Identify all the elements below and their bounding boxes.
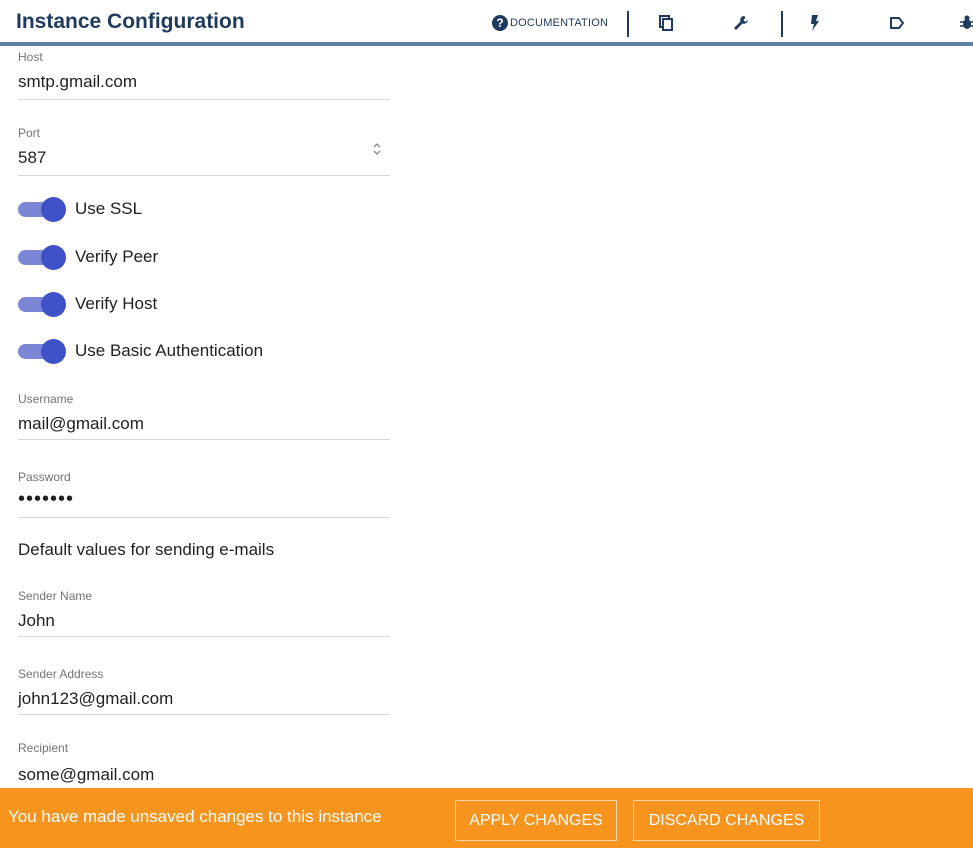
host-field[interactable]: Host smtp.gmail.com — [18, 48, 390, 100]
unsaved-changes-message: You have made unsaved changes to this in… — [8, 807, 382, 826]
sender-name-label: Sender Name — [18, 589, 93, 603]
port-field[interactable]: Port 587 — [18, 118, 390, 176]
verify-peer-toggle[interactable]: Verify Peer — [18, 242, 158, 272]
page-title: Instance Configuration — [16, 10, 245, 33]
copy-icon[interactable] — [654, 11, 678, 35]
unsaved-changes-bar: You have made unsaved changes to this in… — [0, 788, 973, 848]
password-input[interactable]: ••••••• — [18, 488, 74, 511]
username-input[interactable]: mail@gmail.com — [18, 414, 144, 434]
documentation-label: DOCUMENTATION — [510, 17, 609, 29]
toggle-switch[interactable] — [18, 292, 66, 317]
sender-address-label: Sender Address — [18, 667, 104, 681]
toolbar-divider — [781, 11, 783, 37]
verify-peer-label: Verify Peer — [75, 247, 159, 266]
toolbar-divider — [627, 11, 629, 37]
recipient-input[interactable]: some@gmail.com — [18, 765, 154, 785]
use-ssl-toggle[interactable]: Use SSL — [18, 194, 142, 224]
sender-address-input[interactable]: john123@gmail.com — [18, 689, 173, 709]
app-header: Instance Configuration ? DOCUMENTATION — [0, 0, 973, 48]
stepper-arrows-icon — [373, 143, 381, 155]
toggle-switch[interactable] — [18, 197, 66, 222]
username-field[interactable]: Username mail@gmail.com — [18, 388, 390, 440]
toggle-switch[interactable] — [18, 339, 66, 364]
flash-icon[interactable] — [802, 11, 826, 35]
recipient-label: Recipient — [18, 741, 69, 755]
port-stepper[interactable] — [370, 140, 384, 158]
host-input[interactable]: smtp.gmail.com — [18, 72, 137, 92]
sender-address-field[interactable]: Sender Address john123@gmail.com — [18, 663, 390, 715]
wrench-icon[interactable] — [729, 11, 753, 35]
apply-changes-button[interactable]: APPLY CHANGES — [455, 800, 617, 841]
port-label: Port — [18, 126, 41, 140]
username-label: Username — [18, 392, 74, 406]
host-label: Host — [18, 50, 43, 64]
sender-name-field[interactable]: Sender Name John — [18, 585, 390, 637]
discard-changes-button[interactable]: DISCARD CHANGES — [633, 800, 820, 841]
header-divider — [0, 42, 973, 46]
sender-name-input[interactable]: John — [18, 611, 55, 631]
toggle-switch[interactable] — [18, 245, 66, 270]
basic-auth-toggle[interactable]: Use Basic Authentication — [18, 336, 263, 366]
help-circle-icon: ? — [492, 15, 508, 31]
documentation-button[interactable]: ? DOCUMENTATION — [492, 12, 608, 34]
port-input[interactable]: 587 — [18, 148, 46, 168]
tag-icon[interactable] — [885, 11, 909, 35]
use-ssl-label: Use SSL — [75, 199, 143, 218]
basic-auth-label: Use Basic Authentication — [75, 341, 264, 360]
password-field[interactable]: Password ••••••• — [18, 466, 390, 518]
defaults-section-title: Default values for sending e-mails — [18, 540, 275, 559]
password-label: Password — [18, 470, 71, 484]
bug-icon[interactable] — [955, 11, 973, 35]
verify-host-label: Verify Host — [75, 294, 158, 313]
verify-host-toggle[interactable]: Verify Host — [18, 289, 157, 319]
